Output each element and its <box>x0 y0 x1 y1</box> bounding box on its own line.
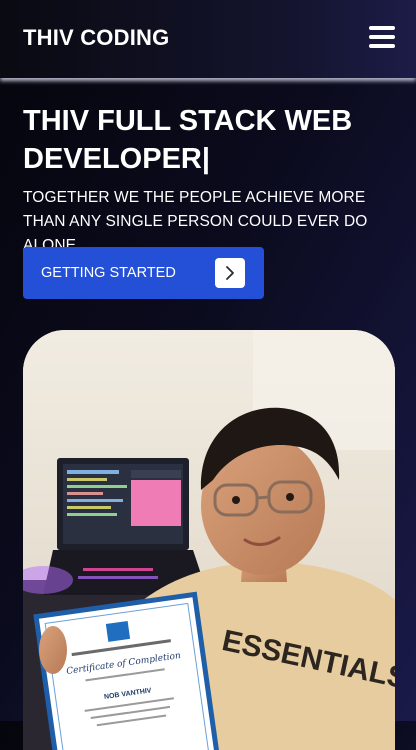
chevron-right-icon <box>215 258 245 288</box>
hero-title: THIV FULL STACK WEB DEVELOPER| <box>23 105 353 175</box>
getting-started-button[interactable]: GETTING STARTED <box>23 247 264 299</box>
brand-logo-text[interactable]: THIV CODING <box>23 25 169 51</box>
navbar: THIV CODING <box>0 0 416 78</box>
getting-started-label: GETTING STARTED <box>41 265 176 281</box>
developer-photo: Certificate of Completion NOB VANTHIV ES… <box>23 330 395 750</box>
hamburger-menu-icon[interactable] <box>369 26 395 48</box>
